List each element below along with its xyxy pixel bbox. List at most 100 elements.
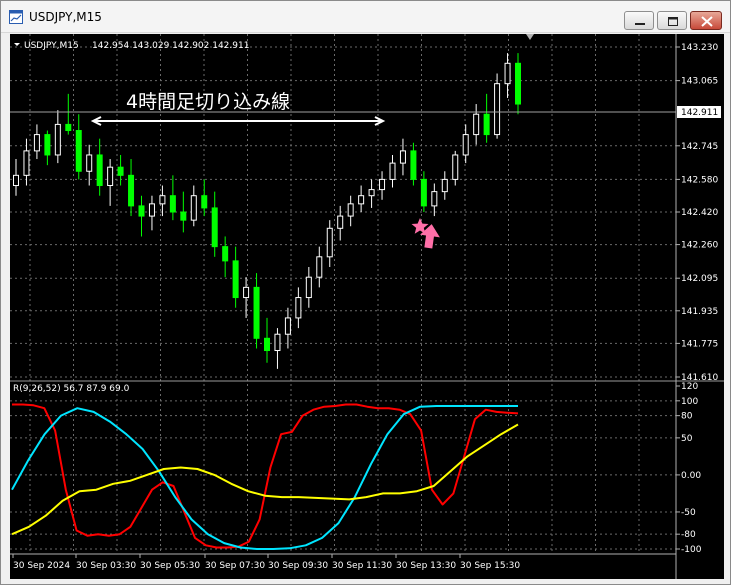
candle-body [431,191,438,207]
window-title: USDJPY,M15 [29,10,102,24]
candle-body [23,150,30,176]
candle-body [243,286,250,299]
maximize-button[interactable] [657,11,687,30]
candle-body [462,134,469,156]
candle-body [326,227,333,258]
candle-body [148,203,155,217]
minimize-button[interactable] [624,11,654,30]
candle-body [515,62,521,105]
candle-body [169,195,176,213]
indicator-tick-label: -80 [681,530,696,540]
price-tick-label: 143.065 [681,77,718,87]
time-tick-label: 30 Sep 05:30 [140,561,200,571]
time-tick-label: 30 Sep 13:30 [396,561,456,571]
chart-window: USDJPY,M15 USDJPY,M15 142.954 143.029 14… [0,0,731,585]
indicator-tick-label: 0.00 [681,471,701,481]
candle-body [410,150,417,180]
indicator-series-line [12,403,519,549]
candle-body [358,195,365,205]
indicator-tick-label: -50 [681,508,696,518]
candle-body [211,207,218,248]
candle-body [337,215,344,229]
candle-body [96,154,103,187]
candle-body [399,150,406,164]
time-tick-label: 30 Sep 15:30 [460,561,520,571]
candle-body [180,211,187,221]
indicator-tick-label: 120 [681,382,698,392]
time-tick-label: 30 Sep 2024 [13,561,70,571]
candle-body [274,333,281,352]
candle-body [473,113,480,136]
candle-body [190,195,197,221]
price-tick-label: 142.745 [681,142,718,152]
candle-body [284,317,291,335]
price-axis: 143.230 143.065 142.745 142.580 142.420 142.2… [676,43,718,383]
price-tick-label: 141.935 [681,307,718,317]
ohlc-readout: 142.954 143.029 142.902 142.911 [92,41,249,51]
candle-body [504,62,511,85]
candle-body [107,166,114,187]
candle-body [128,174,135,207]
candle-body [138,205,145,217]
time-tick-label: 30 Sep 09:30 [268,561,328,571]
candle-body [305,276,312,299]
candle-body [65,123,72,132]
close-icon [701,16,713,27]
indicator-axis: 120 100 80 50 0.00 -50 -80 -100 [676,382,702,555]
candle-body [316,256,323,278]
candle-body [368,189,375,197]
indicator-tick-label: 100 [681,397,698,407]
candle-body [159,195,166,205]
candle-body [44,134,51,156]
time-tick-label: 30 Sep 11:30 [332,561,392,571]
time-tick-label: 30 Sep 03:30 [76,561,136,571]
candle-body [75,130,82,172]
price-tick-label: 141.775 [681,339,718,349]
candle-body [264,337,270,352]
candle-body [253,286,260,339]
price-tick-label: 142.580 [681,175,718,185]
indicator-tick-label: -100 [681,545,702,555]
indicator-label: R(9,26,52) 56.7 87.9 69.0 [13,384,130,394]
candle-body [441,178,448,193]
candle-body [33,134,40,152]
chart-area[interactable]: USDJPY,M15 142.954 143.029 142.902 142.9… [10,34,724,579]
candle-body [347,203,354,217]
candle-body [452,154,459,180]
candle-body [86,154,93,172]
indicator-tick-label: 80 [681,412,693,422]
shift-marker-icon[interactable] [526,34,534,40]
chart-window-icon [9,10,23,24]
candle-body [54,123,61,156]
indicator-lines [11,403,519,550]
candle-body [222,246,229,262]
indicator-tick-label: 50 [681,434,693,444]
price-tick-label: 143.230 [681,43,718,53]
candle-body [483,113,490,136]
time-tick-label: 30 Sep 07:30 [205,561,265,571]
candle-body [232,260,239,299]
candle-body [13,174,19,187]
panel-dropdown-icon[interactable] [14,43,20,46]
candle-body [117,166,124,176]
candle-body [379,178,386,191]
indicator-panel: R(9,26,52) 56.7 87.9 69.0 120 100 80 50 0.00… [11,382,702,555]
price-tick-label: 142.095 [681,274,718,284]
candle-body [201,195,208,209]
maximize-icon [668,17,678,26]
minimize-icon [635,23,645,25]
candle-body [389,162,396,180]
close-button[interactable] [690,11,722,30]
time-axis: 30 Sep 2024 30 Sep 03:30 30 Sep 05:30 30 Se… [12,554,520,571]
window-titlebar[interactable]: USDJPY,M15 [1,1,730,33]
candle-body [494,83,501,136]
indicator-series-line [11,423,519,536]
price-tick-label: 142.420 [681,208,718,218]
candle-body [420,178,427,207]
chart-canvas[interactable]: USDJPY,M15 142.954 143.029 142.902 142.9… [10,34,724,579]
annotation-label: 4時間足切り込み線 [126,91,290,113]
symbol-label: USDJPY,M15 [24,41,79,51]
current-price-label: 142.911 [681,108,718,118]
price-tick-label: 142.260 [681,241,718,251]
candle-body [295,297,302,319]
